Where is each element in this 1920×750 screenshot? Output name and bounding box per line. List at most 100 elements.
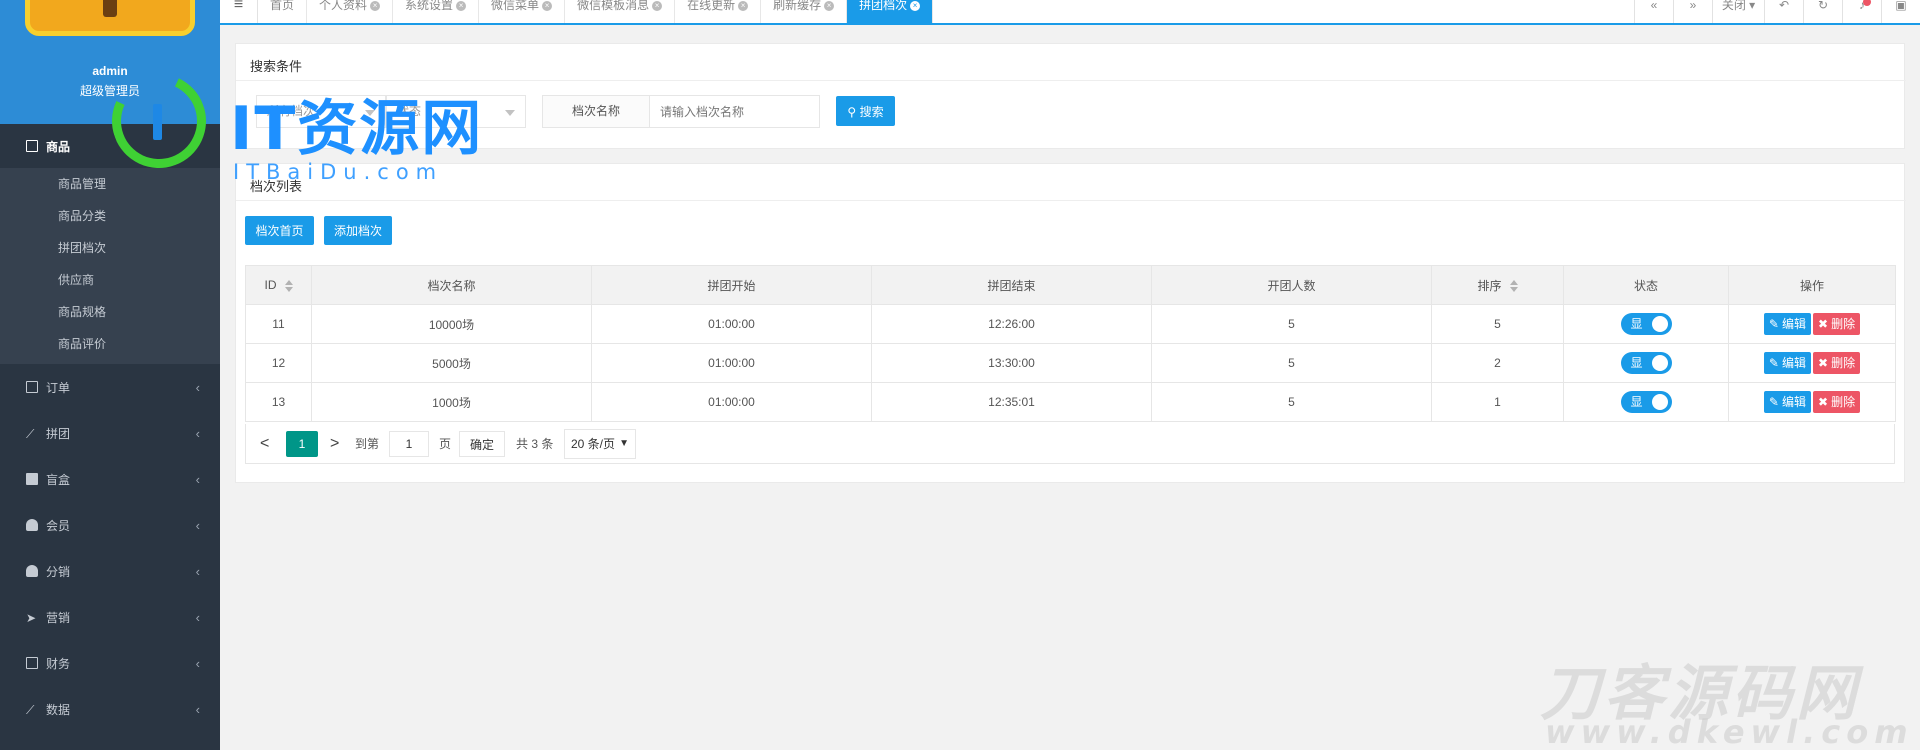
tab-label: 拼团档次 [859, 0, 908, 12]
menu-toggle-icon[interactable]: ≡ [220, 0, 258, 23]
cell-people: 5 [1151, 382, 1432, 422]
next-page-button[interactable]: > [330, 431, 339, 457]
delete-button[interactable]: ✖ 删除 [1813, 313, 1861, 335]
sidebar-item-data[interactable]: ⟋ 数据 ‹ [0, 686, 220, 732]
tab-refresh-cache[interactable]: 刷新缓存 × [761, 0, 848, 23]
delete-button[interactable]: ✖ 删除 [1813, 352, 1861, 374]
status-toggle[interactable]: 显 [1620, 352, 1672, 374]
refresh-icon[interactable]: ↻ [1803, 0, 1842, 23]
tier-home-button[interactable]: 档次首页 [245, 216, 314, 245]
tab-group-tiers[interactable]: 拼团档次 × [847, 0, 934, 23]
column-header-id[interactable]: ID [245, 265, 312, 305]
sidebar-item-blindbox[interactable]: 盲盒 ‹ [0, 456, 220, 502]
close-icon[interactable]: × [824, 0, 835, 11]
close-icon[interactable]: × [542, 0, 553, 11]
sidebar-sub-supplier[interactable]: 供应商 [0, 264, 220, 296]
goto-page-input[interactable] [389, 431, 429, 457]
close-icon[interactable]: × [910, 0, 921, 11]
reply-icon[interactable]: ↶ [1764, 0, 1803, 23]
edit-button[interactable]: ✎ 编辑 [1763, 352, 1811, 374]
close-tabs-dropdown[interactable]: 关闭 ▾ [1712, 0, 1764, 23]
file-icon [26, 381, 38, 393]
status-toggle[interactable]: 显 [1620, 391, 1672, 413]
top-bar: ≡ 首页 个人资料 × 系统设置 × 微信菜单 × 微信模板消息 × 在线更新 × 刷新缓… [220, 0, 1920, 25]
tab-system-settings[interactable]: 系统设置 × [393, 0, 480, 23]
search-icon: ⚲ [847, 104, 857, 119]
close-icon[interactable]: × [456, 0, 467, 11]
search-button[interactable]: ⚲ 搜索 [836, 96, 895, 126]
sort-icon[interactable] [284, 279, 293, 292]
sidebar: admin 超级管理员 商品 商品管理 商品分类 拼团档次 供应商 商品规格 商… [0, 0, 220, 750]
corner-watermark: 刀客源码网 [1540, 659, 1860, 729]
edit-button[interactable]: ✎ 编辑 [1763, 313, 1811, 335]
sidebar-item-marketing[interactable]: ➤ 营销 ‹ [0, 594, 220, 640]
close-icon[interactable]: × [738, 0, 749, 11]
cell-people: 5 [1151, 304, 1432, 344]
page-size-select[interactable]: 20 条/页 ▼ [564, 429, 636, 459]
delete-label: 删除 [1831, 317, 1856, 331]
sidebar-sub-goods-spec[interactable]: 商品规格 [0, 296, 220, 328]
status-toggle[interactable]: 显 [1620, 313, 1672, 335]
sidebar-sub-group-tiers[interactable]: 拼团档次 [0, 232, 220, 264]
search-panel: 搜索条件 所有档次 状态 档次名称 ⚲ 搜索 [235, 43, 1906, 149]
cell-id: 13 [245, 382, 312, 422]
goto-confirm-button[interactable]: 确定 [459, 431, 505, 457]
fullscreen-icon[interactable]: ▣ [1881, 0, 1920, 23]
sidebar-sub-goods-review[interactable]: 商品评价 [0, 328, 220, 360]
avatar[interactable] [25, 0, 195, 36]
money-icon [26, 657, 38, 669]
close-tabs-label: 关闭 [1721, 0, 1746, 12]
cell-end: 13:30:00 [871, 343, 1152, 383]
toggle-knob [1651, 355, 1668, 371]
sidebar-sub-goods-manage[interactable]: 商品管理 [0, 168, 220, 200]
column-header-sort[interactable]: 排序 [1431, 265, 1564, 305]
status-select[interactable]: 状态 [386, 95, 526, 128]
current-page[interactable]: 1 [286, 431, 318, 457]
search-button-label: 搜索 [859, 104, 884, 119]
bell-icon[interactable]: ♪ [1842, 0, 1881, 23]
tab-label: 首页 [270, 0, 295, 12]
profile-name: admin [92, 64, 128, 78]
tab-online-update[interactable]: 在线更新 × [675, 0, 762, 23]
close-icon: ✖ [1818, 317, 1829, 331]
tab-wechat-template[interactable]: 微信模板消息 × [565, 0, 676, 23]
chevron-down-icon: ▼ [619, 438, 629, 449]
notification-dot [1863, 0, 1871, 6]
tab-profile[interactable]: 个人资料 × [307, 0, 394, 23]
cell-end: 12:26:00 [871, 304, 1152, 344]
cell-start: 01:00:00 [591, 304, 872, 344]
laptop-icon [26, 140, 38, 152]
tab-strip: 首页 个人资料 × 系统设置 × 微信菜单 × 微信模板消息 × 在线更新 × 刷新缓存 ×… [258, 0, 934, 23]
profile-panel: admin 超级管理员 [0, 0, 220, 124]
sidebar-item-goods[interactable]: 商品 [0, 124, 220, 168]
forward-icon[interactable]: » [1673, 0, 1712, 23]
cell-name: 1000场 [311, 382, 592, 422]
edit-label: 编辑 [1781, 356, 1806, 370]
tier-name-input[interactable] [649, 95, 820, 128]
sidebar-item-members[interactable]: 会员 ‹ [0, 502, 220, 548]
total-count: 共 3 条 [516, 437, 554, 451]
backward-icon[interactable]: « [1634, 0, 1673, 23]
tab-wechat-menu[interactable]: 微信菜单 × [479, 0, 566, 23]
close-icon[interactable]: × [652, 0, 663, 11]
sort-icon[interactable] [1509, 280, 1518, 293]
status-toggle-label: 显 [1630, 317, 1643, 331]
sidebar-item-group[interactable]: ⟋ 拼团 ‹ [0, 410, 220, 456]
sidebar-sub-goods-category[interactable]: 商品分类 [0, 200, 220, 232]
delete-button[interactable]: ✖ 删除 [1813, 391, 1861, 413]
sidebar-item-finance[interactable]: 财务 ‹ [0, 640, 220, 686]
sidebar-item-orders[interactable]: 订单 ‹ [0, 364, 220, 410]
tab-home[interactable]: 首页 [258, 0, 308, 23]
corner-watermark-url: www.dkewl.com [1545, 713, 1914, 750]
close-icon[interactable]: × [370, 0, 381, 11]
edit-button[interactable]: ✎ 编辑 [1763, 391, 1811, 413]
column-header-end: 拼团结束 [871, 265, 1152, 305]
delete-label: 删除 [1831, 356, 1856, 370]
tier-select[interactable]: 所有档次 [256, 95, 386, 128]
column-label: ID [264, 278, 277, 292]
sidebar-item-distribution[interactable]: 分销 ‹ [0, 548, 220, 594]
add-tier-button[interactable]: 添加档次 [324, 216, 392, 245]
list-panel-title: 档次列表 [250, 179, 303, 194]
column-header-people: 开团人数 [1151, 265, 1432, 305]
prev-page-button[interactable]: < [260, 431, 269, 457]
